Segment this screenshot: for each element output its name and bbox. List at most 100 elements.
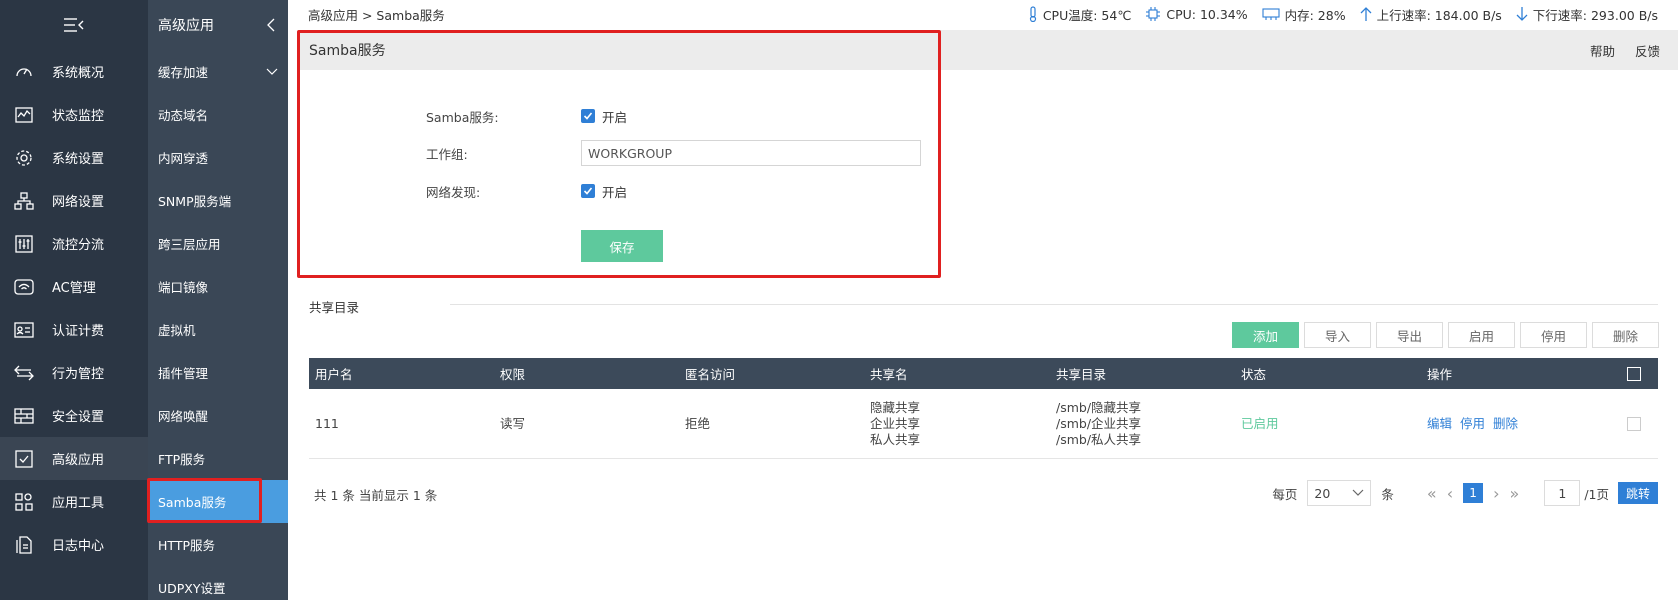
subnav-item[interactable]: 缓存加速 xyxy=(148,50,288,93)
chevron-down-icon xyxy=(1352,489,1364,496)
row-checkbox[interactable] xyxy=(1627,417,1641,431)
nav-item-label: 安全设置 xyxy=(52,410,105,425)
collapse-chevron-icon[interactable] xyxy=(266,18,276,32)
subnav-item[interactable]: 跨三层应用 xyxy=(148,222,288,265)
first-page-icon[interactable]: « xyxy=(1427,484,1437,503)
menu-toggle-button[interactable] xyxy=(0,0,148,50)
col-share-name: 共享名 xyxy=(870,367,908,382)
save-button[interactable]: 保存 xyxy=(581,230,663,262)
subnav-item[interactable]: Samba服务 xyxy=(148,480,288,523)
subnav-item-label: 虚拟机 xyxy=(158,323,196,338)
nav-item-label: 日志中心 xyxy=(52,539,105,554)
subnav-item[interactable]: 网络唤醒 xyxy=(148,394,288,437)
nav-item-label: 系统设置 xyxy=(52,152,105,167)
nav-item-label: 高级应用 xyxy=(52,453,105,468)
subnav-item[interactable]: HTTP服务 xyxy=(148,523,288,566)
subnav-item[interactable]: 插件管理 xyxy=(148,351,288,394)
enable-button[interactable]: 启用 xyxy=(1448,322,1515,348)
per-page-value: 20 xyxy=(1314,485,1331,501)
subnav-item-label: HTTP服务 xyxy=(158,538,215,553)
nav-item-firewall[interactable]: 安全设置 xyxy=(0,394,148,437)
cell-status: 已启用 xyxy=(1241,416,1279,431)
primary-sidebar: 系统概况状态监控系统设置网络设置流控分流 AC管理认证计费行为管控安全设置高级应用… xyxy=(0,0,148,600)
last-page-icon[interactable]: » xyxy=(1510,484,1520,503)
breadcrumb: 高级应用 > Samba服务 xyxy=(308,7,445,23)
nav-item-wifi[interactable]: AC管理 xyxy=(0,265,148,308)
nav-item-label: 应用工具 xyxy=(52,496,105,511)
workgroup-input[interactable] xyxy=(581,140,921,166)
page-total: /1页 xyxy=(1584,486,1609,502)
prev-page-icon[interactable]: ‹ xyxy=(1447,484,1453,503)
nav-item-label: 流控分流 xyxy=(52,238,105,253)
secondary-sidebar: 高级应用 缓存加速动态域名内网穿透 SNMP服务端跨三层应用端口镜像虚拟机插件管理… xyxy=(148,0,288,600)
nav-item-document[interactable]: 日志中心 xyxy=(0,523,148,566)
check-icon xyxy=(583,112,593,120)
subnav-item[interactable]: 端口镜像 xyxy=(148,265,288,308)
subnav-item-label: FTP服务 xyxy=(158,452,206,467)
nav-item-gear[interactable]: 系统设置 xyxy=(0,136,148,179)
subnav-item[interactable]: 动态域名 xyxy=(148,93,288,136)
stop-link[interactable]: 停用 xyxy=(1460,416,1485,432)
cpu-temp-stat: CPU温度: 54℃ xyxy=(1028,5,1131,24)
jump-button[interactable]: 跳转 xyxy=(1618,482,1658,504)
subnav-item-label: 插件管理 xyxy=(158,366,209,381)
nav-item-monitor[interactable]: 状态监控 xyxy=(0,93,148,136)
import-button[interactable]: 导入 xyxy=(1304,322,1371,348)
share-dir: /smb/隐藏共享 xyxy=(1056,400,1142,415)
subnav-item-label: 缓存加速 xyxy=(158,65,209,80)
secondary-sidebar-title: 高级应用 xyxy=(158,18,214,34)
help-link[interactable]: 帮助 xyxy=(1590,41,1615,60)
page-jump-input[interactable]: 1 xyxy=(1544,480,1581,506)
subnav-item[interactable]: 内网穿透 xyxy=(148,136,288,179)
subnav-item[interactable]: UDPXY设置 xyxy=(148,566,288,600)
subnav-item-label: 端口镜像 xyxy=(158,280,209,295)
section-divider xyxy=(450,304,1658,305)
share-toolbar: 添加 导入 导出 启用 停用 删除 xyxy=(1232,322,1659,348)
disable-button[interactable]: 停用 xyxy=(1520,322,1587,348)
add-button[interactable]: 添加 xyxy=(1232,322,1299,348)
feedback-link[interactable]: 反馈 xyxy=(1635,41,1660,60)
per-page-select[interactable]: 20 xyxy=(1307,480,1372,506)
samba-service-label: Samba服务: xyxy=(426,109,499,125)
upload-stat: 上行速率: 184.00 B/s xyxy=(1360,5,1502,24)
share-name: 隐藏共享 xyxy=(870,400,921,415)
nav-item-dashboard[interactable]: 系统概况 xyxy=(0,50,148,93)
col-status: 状态 xyxy=(1241,367,1267,382)
select-all-checkbox[interactable] xyxy=(1627,366,1641,381)
current-page-button[interactable]: 1 xyxy=(1463,483,1484,503)
subnav-item[interactable]: 虚拟机 xyxy=(148,308,288,351)
next-page-icon[interactable]: › xyxy=(1493,484,1499,503)
pagination: 每页 20 条 « ‹ 1 › » 1 /1页 跳转 xyxy=(1272,480,1658,506)
nav-item-arrows[interactable]: 行为管控 xyxy=(0,351,148,394)
per-page-unit: 条 xyxy=(1381,486,1394,502)
nav-item-id-card[interactable]: 认证计费 xyxy=(0,308,148,351)
samba-enable-checkbox[interactable] xyxy=(581,109,595,123)
check-icon xyxy=(583,187,593,195)
share-section-title: 共享目录 xyxy=(309,300,360,315)
delete-link[interactable]: 删除 xyxy=(1493,416,1518,432)
subnav-item-label: 动态域名 xyxy=(158,108,209,123)
delete-button[interactable]: 删除 xyxy=(1592,322,1659,348)
edit-link[interactable]: 编辑 xyxy=(1427,416,1452,432)
nav-item-label: 状态监控 xyxy=(52,109,105,124)
network-discovery-checkbox[interactable] xyxy=(581,184,595,198)
sliders-icon xyxy=(12,232,36,256)
arrows-icon xyxy=(12,361,36,385)
share-name: 私人共享 xyxy=(870,432,921,447)
nav-item-sliders[interactable]: 流控分流 xyxy=(0,222,148,265)
nav-item-label: 行为管控 xyxy=(52,367,105,382)
nav-item-check-screen[interactable]: 高级应用 xyxy=(0,437,148,480)
col-operations: 操作 xyxy=(1427,367,1453,382)
subnav-item-label: SNMP服务端 xyxy=(158,194,232,209)
arrow-down-icon xyxy=(1516,7,1528,21)
nav-item-label: AC管理 xyxy=(52,281,96,296)
chevron-down-icon xyxy=(266,64,278,79)
nav-item-apps[interactable]: 应用工具 xyxy=(0,480,148,523)
export-button[interactable]: 导出 xyxy=(1376,322,1443,348)
subnav-item-label: UDPXY设置 xyxy=(158,581,226,596)
subnav-item[interactable]: FTP服务 xyxy=(148,437,288,480)
id-card-icon xyxy=(12,318,36,342)
subnav-item[interactable]: SNMP服务端 xyxy=(148,179,288,222)
network-discovery-enable-label: 开启 xyxy=(602,184,628,200)
nav-item-network[interactable]: 网络设置 xyxy=(0,179,148,222)
